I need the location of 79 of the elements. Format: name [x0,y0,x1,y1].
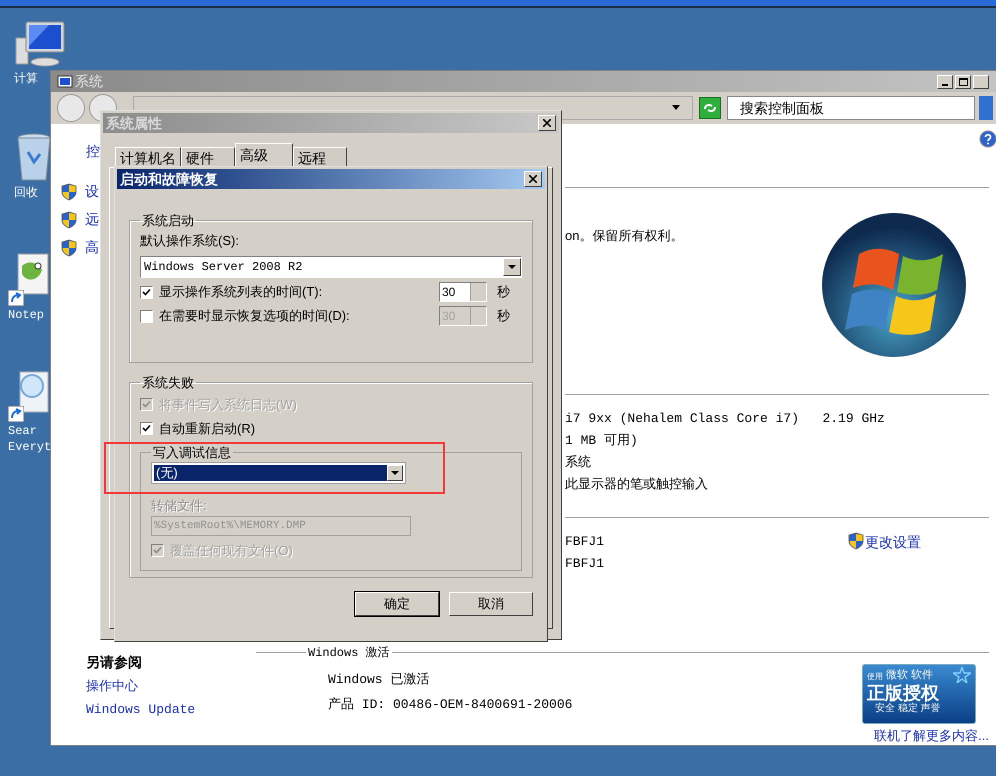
checkbox-label[interactable]: 自动重新启动(R) [159,418,256,438]
ok-button[interactable]: 确定 [355,592,439,616]
field-label: 转储文件: [151,497,208,515]
see-also-link[interactable]: Windows Update [86,700,256,720]
computer-info-text: FBFJ1 [565,554,606,570]
refresh-icon [703,102,717,114]
tab[interactable]: 远程 [293,147,347,167]
maximize-button[interactable] [955,74,971,88]
learn-more-link[interactable]: 联机了解更多内容... [874,726,989,745]
window-title: 系统 [75,72,103,91]
desktop-icon-label[interactable]: 计算 [14,72,38,86]
check-icon [142,424,151,433]
unit-label: 秒 [497,307,510,326]
group-label: 写入调试信息 [152,444,232,462]
task-link[interactable]: 设 [85,181,99,202]
close-button[interactable] [538,115,556,131]
shield-icon [61,238,77,256]
system-info-text: 1 MB 可用) [565,432,639,448]
checkbox-label[interactable]: 显示操作系统列表的时间(T): [159,282,433,302]
search-field[interactable]: 搜索控制面板 [727,96,975,120]
tab[interactable]: 硬件 [181,147,235,167]
dialog-title: 系统属性 [106,114,162,132]
group-label: 系统失败 [141,374,195,392]
unit-label: 秒 [497,283,510,302]
task-link[interactable]: 高 [85,237,99,258]
cancel-button[interactable]: 取消 [449,592,533,616]
shortcut-arrow-icon [8,406,24,422]
checkbox[interactable] [140,422,153,435]
close-icon [543,119,551,127]
badge-title: 正版授权 [867,683,939,703]
dialog-title: 启动和故障恢复 [120,170,218,188]
task-link[interactable]: 远 [85,209,99,230]
close-button[interactable] [524,171,542,187]
group-label: 系统启动 [141,212,195,230]
check-icon [142,400,151,409]
check-icon [142,288,151,296]
tab[interactable]: 高级 [235,143,293,167]
computer-info-text: FBFJ1 [565,532,606,548]
genuine-badge[interactable]: 使用 微软 软件 正版授权 安全 稳定 声誉 [862,664,976,724]
system-info-text: i7 9xx (Nehalem Class Core i7) 2.19 GHz [565,410,886,426]
checkbox[interactable] [140,286,153,298]
caret-icon [672,105,680,110]
check-icon [153,546,162,555]
refresh-button[interactable] [699,96,721,119]
badge-text: 使用 [867,671,883,683]
shield-icon [61,182,77,200]
field-label: 默认操作系统(S): [140,232,240,250]
system-icon [57,74,73,88]
close-button[interactable] [973,74,989,88]
change-settings-link[interactable]: 更改设置 [865,532,921,552]
badge-text: 安全 稳定 声誉 [874,703,942,715]
close-icon [529,175,537,183]
shield-icon [61,210,77,228]
spin-box[interactable]: 30 [439,282,487,302]
product-id: 产品 ID: 00486-OEM-8400691-20006 [328,696,572,714]
help-icon[interactable] [979,130,996,148]
badge-text: 软件 [911,668,933,682]
shield-icon [848,532,864,550]
copyright-text: on。保留所有权利。 [565,226,684,244]
desktop-icon-label[interactable]: Everyt [8,440,52,454]
desktop-icon-label[interactable]: Notep [8,308,44,322]
task-link[interactable]: 控 [86,141,100,162]
os-select[interactable]: Windows Server 2008 R2 [140,256,522,278]
activation-status: Windows 已激活 [328,670,430,688]
system-info-text: 此显示器的笔或触控输入 [565,476,709,492]
see-also-heading: 另请参阅 [86,652,143,672]
section-heading: Windows 激活 [307,644,391,662]
shortcut-arrow-icon [8,290,24,306]
system-info-text: 系统 [565,454,592,470]
badge-text: 微软 [886,668,908,682]
see-also-link[interactable]: 操作中心 [86,676,256,696]
star-icon [953,667,971,683]
desktop-icon-label[interactable]: Sear [8,424,37,438]
caret-icon [391,471,399,475]
debug-select[interactable]: (无) [151,462,406,484]
tab[interactable]: 计算机名 [115,147,181,167]
minimize-button[interactable] [937,74,953,88]
desktop-icon-label[interactable]: 回收 [14,186,38,200]
caret-icon [508,265,516,269]
